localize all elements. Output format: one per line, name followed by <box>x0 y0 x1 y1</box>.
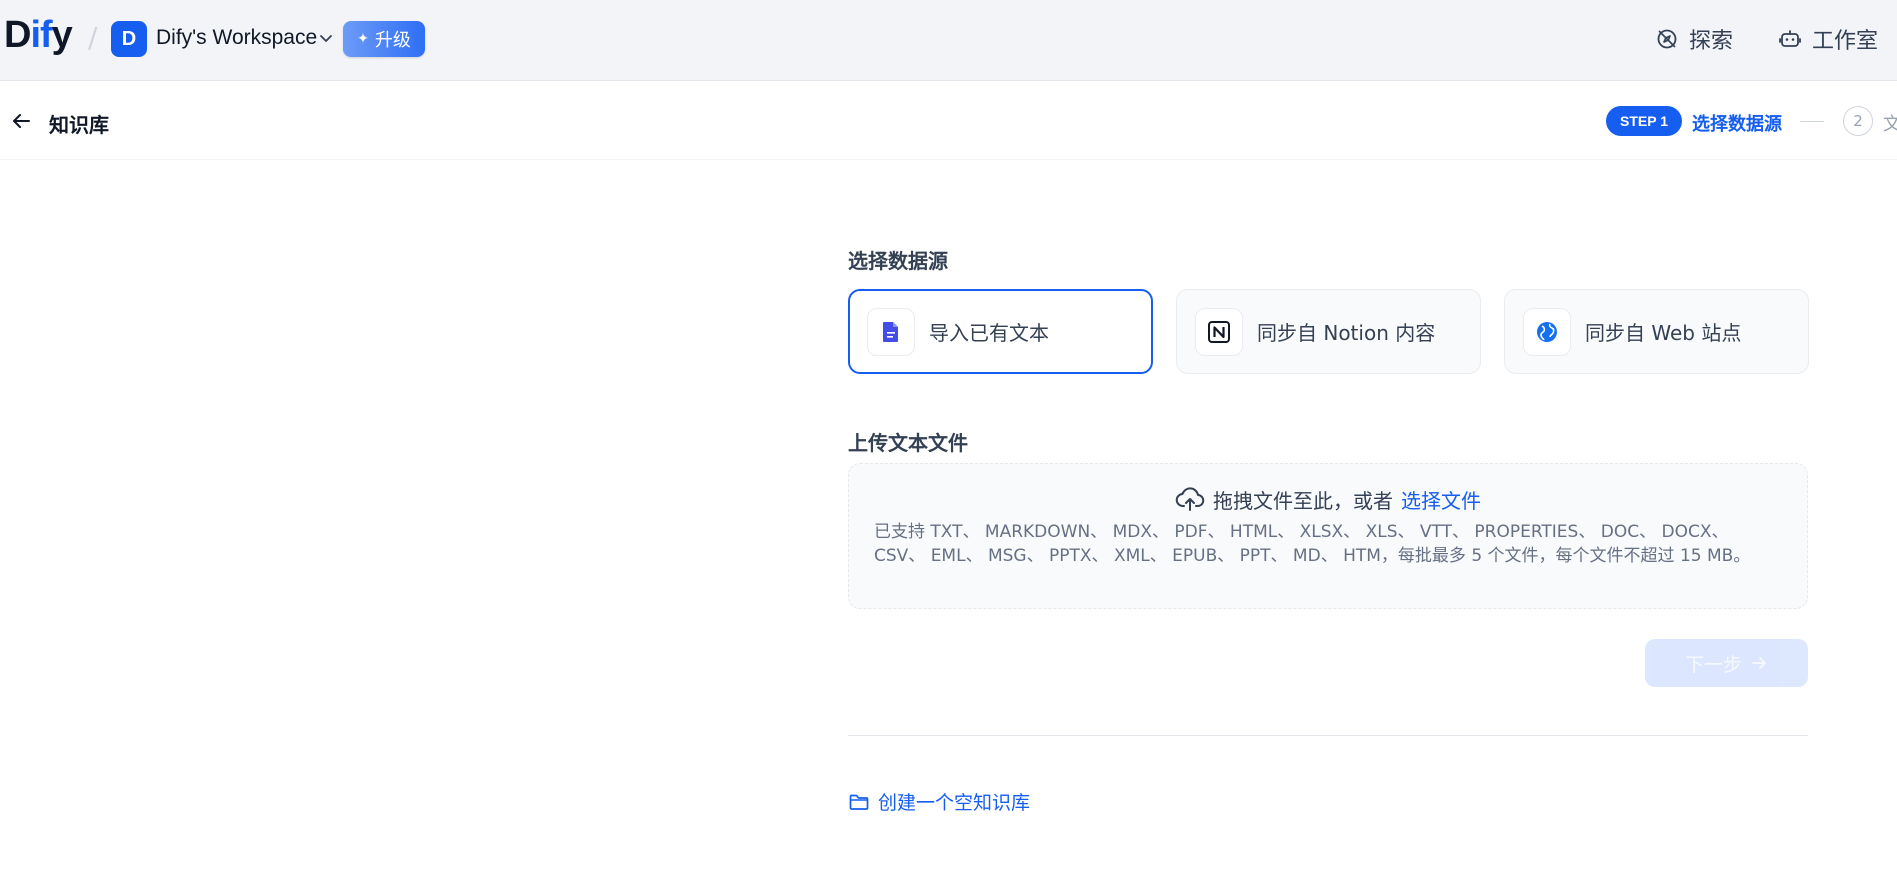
arrow-right-icon <box>1752 657 1766 669</box>
breadcrumb-separator: / <box>88 21 98 54</box>
step2-label: 文 <box>1883 114 1897 135</box>
datasource-option-notion[interactable]: 同步自 Notion 内容 <box>1176 289 1481 374</box>
upgrade-button[interactable]: ✦ 升级 <box>343 21 425 57</box>
cloud-upload-icon <box>1175 487 1205 511</box>
page-title: 知识库 <box>49 113 109 137</box>
next-step-button[interactable]: 下一步 <box>1645 639 1808 687</box>
step1-badge: STEP 1 <box>1606 106 1682 136</box>
step2-number: 2 <box>1843 106 1873 136</box>
nav-explore[interactable]: 探索 <box>1655 22 1733 56</box>
next-step-label: 下一步 <box>1684 653 1742 676</box>
dropzone-prompt: 拖拽文件至此，或者 选择文件 <box>849 484 1807 514</box>
globe-icon <box>1523 307 1571 356</box>
notion-icon <box>1195 307 1243 356</box>
folder-icon <box>849 794 869 810</box>
nav-explore-label: 探索 <box>1689 29 1734 54</box>
section-divider <box>848 735 1808 736</box>
workspace-name[interactable]: Dify's Workspace <box>156 26 317 50</box>
back-arrow-icon[interactable] <box>10 110 32 132</box>
nav-studio[interactable]: 工作室 <box>1778 22 1878 56</box>
datasource-option-label: 同步自 Web 站点 <box>1585 321 1742 345</box>
logo-text-y: y <box>51 14 73 56</box>
logo-text-if: if <box>30 14 52 56</box>
page-subheader: 知识库 STEP 1 选择数据源 2 文 <box>0 81 1897 160</box>
dify-logo[interactable]: Dify <box>4 14 73 56</box>
datasource-option-label: 导入已有文本 <box>929 321 1049 345</box>
robot-icon <box>1779 30 1801 47</box>
workspace-avatar[interactable]: D <box>111 21 147 57</box>
file-text-icon <box>867 307 915 356</box>
step1-label: 选择数据源 <box>1692 114 1782 135</box>
dropzone-drag-text: 拖拽文件至此，或者 <box>1213 488 1393 513</box>
sparkle-icon: ✦ <box>357 31 369 47</box>
select-file-link[interactable]: 选择文件 <box>1401 485 1481 514</box>
datasource-option-label: 同步自 Notion 内容 <box>1257 321 1436 345</box>
datasource-section-title: 选择数据源 <box>848 249 948 273</box>
create-empty-knowledge-link[interactable]: 创建一个空知识库 <box>848 788 1030 815</box>
nav-studio-label: 工作室 <box>1812 29 1879 54</box>
supported-formats-tip: 已支持 TXT、 MARKDOWN、 MDX、 PDF、 HTML、 XLSX、… <box>874 522 1751 566</box>
logo-text-d: D <box>4 14 31 56</box>
compass-icon <box>1657 29 1677 49</box>
upgrade-label: 升级 <box>374 30 411 51</box>
create-empty-knowledge-label: 创建一个空知识库 <box>878 792 1031 814</box>
step-connector <box>1800 121 1824 122</box>
top-nav-bar: Dify / D Dify's Workspace ✦ 升级 探索 工作室 <box>0 0 1897 81</box>
file-dropzone[interactable]: 拖拽文件至此，或者 选择文件 已支持 TXT、 MARKDOWN、 MDX、 P… <box>848 463 1808 609</box>
datasource-option-web[interactable]: 同步自 Web 站点 <box>1504 289 1809 374</box>
upload-section-title: 上传文本文件 <box>848 431 968 455</box>
datasource-option-file[interactable]: 导入已有文本 <box>848 289 1153 374</box>
chevron-down-icon[interactable] <box>318 30 334 46</box>
